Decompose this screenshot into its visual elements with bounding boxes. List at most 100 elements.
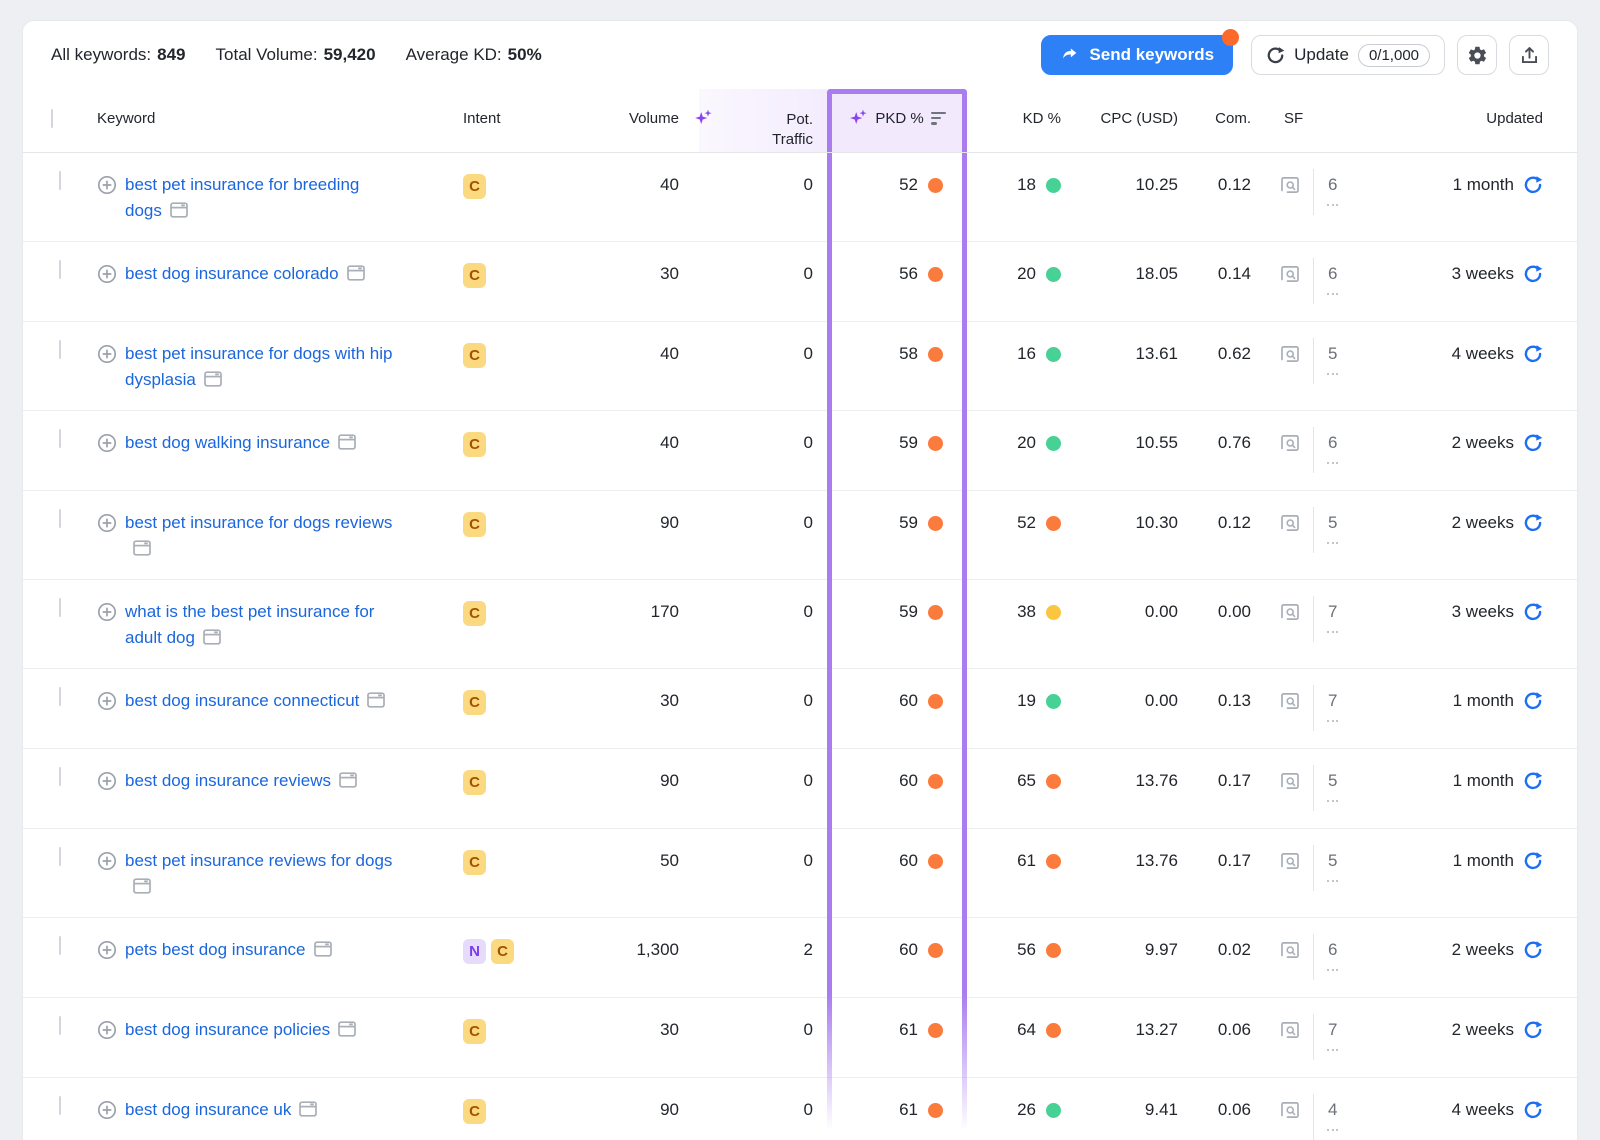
serp-preview-icon[interactable] bbox=[1279, 770, 1301, 792]
serp-preview-icon[interactable] bbox=[1279, 601, 1301, 623]
intent-badge-c[interactable]: C bbox=[491, 939, 514, 964]
intent-badge-c[interactable]: C bbox=[463, 770, 486, 795]
row-checkbox[interactable] bbox=[59, 936, 61, 955]
column-header-pkd[interactable]: PKD % bbox=[827, 89, 967, 128]
keyword-link[interactable]: best pet insurance for breeding dogs bbox=[125, 172, 397, 224]
keyword-link[interactable]: what is the best pet insurance for adult… bbox=[125, 599, 397, 651]
intent-badge-c[interactable]: C bbox=[463, 263, 486, 288]
row-checkbox[interactable] bbox=[59, 598, 61, 617]
column-header-kd[interactable]: KD % bbox=[967, 89, 1061, 127]
keyword-link[interactable]: best dog insurance connecticut bbox=[125, 688, 386, 714]
column-header-com[interactable]: Com. bbox=[1178, 89, 1251, 127]
row-checkbox[interactable] bbox=[59, 171, 61, 190]
intent-badge-c[interactable]: C bbox=[463, 1099, 486, 1124]
serp-window-icon[interactable] bbox=[202, 627, 222, 647]
intent-badge-c[interactable]: C bbox=[463, 174, 486, 199]
serp-preview-icon[interactable] bbox=[1279, 690, 1301, 712]
keyword-link[interactable]: pets best dog insurance bbox=[125, 937, 333, 963]
serp-preview-icon[interactable] bbox=[1279, 939, 1301, 961]
refresh-keyword-icon[interactable] bbox=[1523, 513, 1543, 533]
row-checkbox[interactable] bbox=[59, 847, 61, 866]
serp-window-icon[interactable] bbox=[337, 1019, 357, 1039]
intent-badge-c[interactable]: C bbox=[463, 601, 486, 626]
add-to-list-icon[interactable] bbox=[97, 771, 117, 791]
serp-window-icon[interactable] bbox=[203, 369, 223, 389]
refresh-keyword-icon[interactable] bbox=[1523, 433, 1543, 453]
refresh-keyword-icon[interactable] bbox=[1523, 175, 1543, 195]
sf-count[interactable]: 6 bbox=[1327, 261, 1339, 295]
serp-preview-icon[interactable] bbox=[1279, 343, 1301, 365]
serp-preview-icon[interactable] bbox=[1279, 174, 1301, 196]
sf-count[interactable]: 4 bbox=[1327, 1097, 1339, 1131]
refresh-keyword-icon[interactable] bbox=[1523, 602, 1543, 622]
row-checkbox[interactable] bbox=[59, 429, 61, 448]
sf-count[interactable]: 7 bbox=[1327, 1017, 1339, 1051]
row-checkbox[interactable] bbox=[59, 260, 61, 279]
keyword-link[interactable]: best pet insurance for dogs with hip dys… bbox=[125, 341, 397, 393]
send-keywords-button[interactable]: Send keywords bbox=[1041, 29, 1240, 75]
serp-preview-icon[interactable] bbox=[1279, 1099, 1301, 1121]
column-header-cpc[interactable]: CPC (USD) bbox=[1061, 89, 1179, 127]
row-checkbox[interactable] bbox=[59, 509, 61, 528]
serp-window-icon[interactable] bbox=[132, 538, 152, 558]
intent-badge-n[interactable]: N bbox=[463, 939, 486, 964]
serp-preview-icon[interactable] bbox=[1279, 263, 1301, 285]
keyword-link[interactable]: best dog insurance policies bbox=[125, 1017, 357, 1043]
sf-count[interactable]: 7 bbox=[1327, 599, 1339, 633]
sf-count[interactable]: 6 bbox=[1327, 430, 1339, 464]
column-header-keyword[interactable]: Keyword bbox=[97, 89, 463, 127]
update-button[interactable]: Update 0/1,000 bbox=[1251, 35, 1445, 75]
sf-count[interactable]: 5 bbox=[1327, 510, 1339, 544]
intent-badge-c[interactable]: C bbox=[463, 690, 486, 715]
serp-window-icon[interactable] bbox=[169, 200, 189, 220]
column-header-updated[interactable]: Updated bbox=[1371, 89, 1549, 127]
keyword-link[interactable]: best pet insurance reviews for dogs bbox=[125, 848, 397, 900]
sf-count[interactable]: 6 bbox=[1327, 937, 1339, 971]
add-to-list-icon[interactable] bbox=[97, 602, 117, 622]
intent-badge-c[interactable]: C bbox=[463, 432, 486, 457]
serp-window-icon[interactable] bbox=[337, 432, 357, 452]
add-to-list-icon[interactable] bbox=[97, 851, 117, 871]
add-to-list-icon[interactable] bbox=[97, 344, 117, 364]
sf-count[interactable]: 5 bbox=[1327, 848, 1339, 882]
column-header-pot-traffic[interactable]: Pot. Traffic bbox=[713, 89, 827, 150]
serp-window-icon[interactable] bbox=[132, 876, 152, 896]
serp-preview-icon[interactable] bbox=[1279, 432, 1301, 454]
refresh-keyword-icon[interactable] bbox=[1523, 940, 1543, 960]
serp-window-icon[interactable] bbox=[346, 263, 366, 283]
sf-count[interactable]: 6 bbox=[1327, 172, 1339, 206]
sf-count[interactable]: 5 bbox=[1327, 768, 1339, 802]
row-checkbox[interactable] bbox=[59, 340, 61, 359]
refresh-keyword-icon[interactable] bbox=[1523, 771, 1543, 791]
refresh-keyword-icon[interactable] bbox=[1523, 344, 1543, 364]
row-checkbox[interactable] bbox=[59, 1016, 61, 1035]
add-to-list-icon[interactable] bbox=[97, 264, 117, 284]
row-checkbox[interactable] bbox=[59, 1096, 61, 1115]
intent-badge-c[interactable]: C bbox=[463, 1019, 486, 1044]
intent-badge-c[interactable]: C bbox=[463, 850, 486, 875]
serp-window-icon[interactable] bbox=[338, 770, 358, 790]
keyword-link[interactable]: best pet insurance for dogs reviews bbox=[125, 510, 397, 562]
add-to-list-icon[interactable] bbox=[97, 940, 117, 960]
serp-window-icon[interactable] bbox=[313, 939, 333, 959]
sort-descending-icon[interactable] bbox=[930, 111, 946, 125]
intent-badge-c[interactable]: C bbox=[463, 512, 486, 537]
add-to-list-icon[interactable] bbox=[97, 1020, 117, 1040]
sf-count[interactable]: 7 bbox=[1327, 688, 1339, 722]
keyword-link[interactable]: best dog walking insurance bbox=[125, 430, 357, 456]
serp-preview-icon[interactable] bbox=[1279, 1019, 1301, 1041]
row-checkbox[interactable] bbox=[59, 687, 61, 706]
keyword-link[interactable]: best dog insurance reviews bbox=[125, 768, 358, 794]
refresh-keyword-icon[interactable] bbox=[1523, 1100, 1543, 1120]
serp-preview-icon[interactable] bbox=[1279, 512, 1301, 534]
add-to-list-icon[interactable] bbox=[97, 1100, 117, 1120]
intent-badge-c[interactable]: C bbox=[463, 343, 486, 368]
settings-button[interactable] bbox=[1457, 35, 1497, 75]
row-checkbox[interactable] bbox=[59, 767, 61, 786]
add-to-list-icon[interactable] bbox=[97, 175, 117, 195]
keyword-link[interactable]: best dog insurance uk bbox=[125, 1097, 318, 1123]
refresh-keyword-icon[interactable] bbox=[1523, 264, 1543, 284]
select-all-checkbox[interactable] bbox=[51, 109, 53, 128]
sf-count[interactable]: 5 bbox=[1327, 341, 1339, 375]
column-header-intent[interactable]: Intent bbox=[463, 89, 521, 127]
